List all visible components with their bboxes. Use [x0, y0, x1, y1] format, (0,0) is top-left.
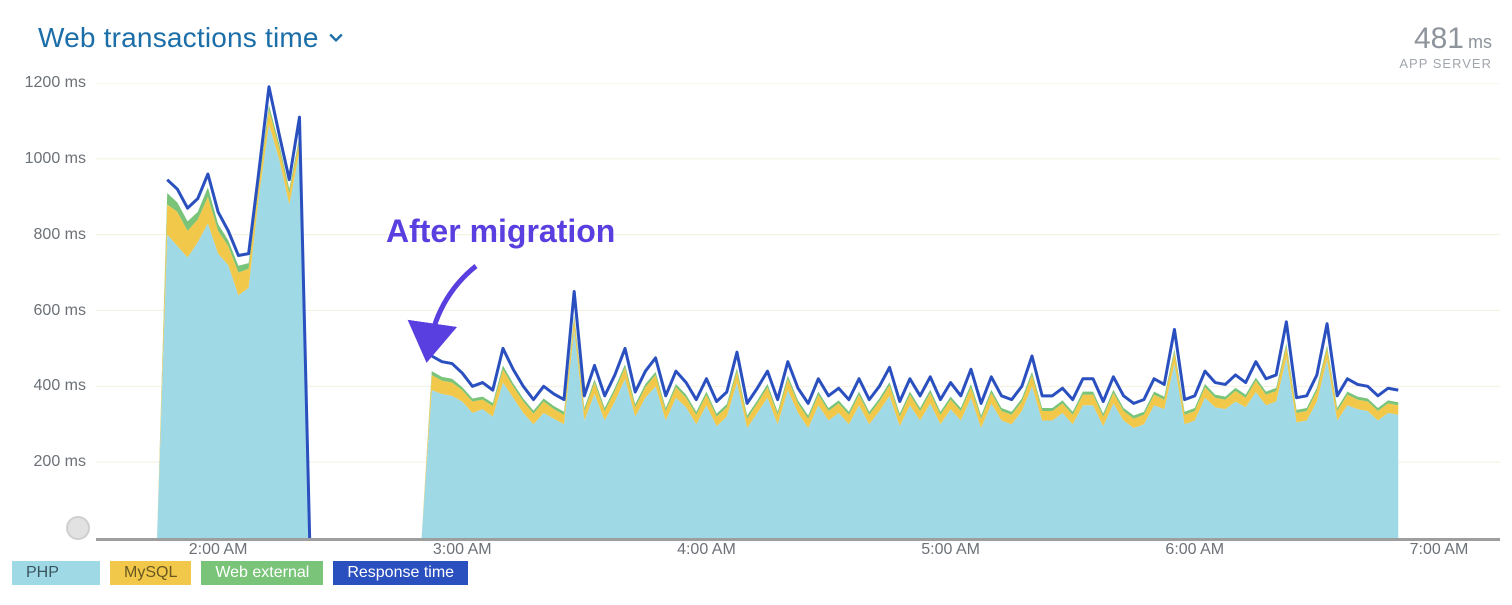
y-tick-label: 1000 ms — [25, 150, 86, 168]
chart-area[interactable]: 200 ms 400 ms 600 ms 800 ms 1000 ms 1200 ms A… — [18, 75, 1500, 555]
legend-label: Response time — [333, 561, 468, 585]
loading-indicator-icon — [66, 516, 90, 540]
legend-label: PHP — [12, 561, 100, 585]
y-tick-label: 600 ms — [34, 302, 86, 320]
x-tick-label: 5:00 AM — [921, 541, 980, 559]
chart-title-dropdown[interactable]: Web transactions time — [38, 22, 343, 54]
x-tick-label: 7:00 AM — [1410, 541, 1469, 559]
stat-unit: ms — [1468, 32, 1492, 52]
y-tick-label: 800 ms — [34, 226, 86, 244]
legend-item-mysql[interactable]: MySQL — [110, 561, 191, 585]
annotation-label: After migration — [386, 213, 615, 250]
legend-item-response[interactable]: Response time — [333, 561, 468, 585]
x-tick-label: 2:00 AM — [189, 541, 248, 559]
y-tick-label: 1200 ms — [25, 74, 86, 92]
chart-title: Web transactions time — [38, 22, 319, 54]
y-tick-label: 200 ms — [34, 453, 86, 471]
x-tick-label: 3:00 AM — [433, 541, 492, 559]
stat-value: 481 — [1414, 22, 1464, 55]
annotation-arrow-icon — [416, 258, 536, 378]
x-tick-label: 4:00 AM — [677, 541, 736, 559]
stat-sublabel: APP SERVER — [1399, 56, 1492, 71]
legend-item-webext[interactable]: Web external — [201, 561, 323, 585]
y-axis-labels: 200 ms 400 ms 600 ms 800 ms 1000 ms 1200 ms — [18, 75, 90, 541]
chevron-down-icon — [329, 31, 343, 45]
summary-stat: 481ms APP SERVER — [1399, 22, 1496, 71]
x-tick-label: 6:00 AM — [1165, 541, 1224, 559]
plot-surface[interactable]: After migration — [96, 83, 1500, 541]
y-tick-label: 400 ms — [34, 377, 86, 395]
legend-label: MySQL — [110, 561, 191, 585]
legend-label: Web external — [201, 561, 323, 585]
x-axis-labels: 2:00 AM 3:00 AM 4:00 AM 5:00 AM 6:00 AM 7:00 … — [96, 541, 1500, 563]
legend-item-php[interactable]: PHP — [12, 561, 100, 585]
